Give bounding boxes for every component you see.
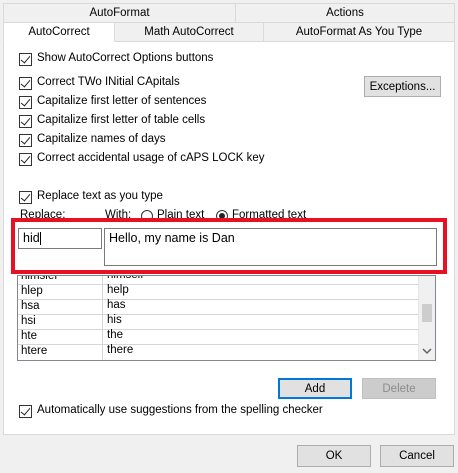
entry-with: help	[102, 284, 402, 300]
entry-with: there	[102, 344, 402, 360]
capitalize-sentences-label: Capitalize first letter of sentences	[37, 95, 207, 107]
entry-replace: hte	[21, 330, 37, 342]
correct-two-initial-label: Correct TWo INitial CApitals	[37, 76, 180, 88]
capitalize-days-label: Capitalize names of days	[37, 133, 166, 145]
tab-math-autocorrect-label: Math AutoCorrect	[144, 26, 234, 38]
list-item[interactable]: hte the	[18, 329, 418, 345]
ok-button[interactable]: OK	[297, 445, 371, 467]
list-item[interactable]: hlep help	[18, 284, 418, 300]
tab-autoformat-as-you-type-label: AutoFormat As You Type	[295, 26, 423, 38]
highlight-frame	[11, 218, 447, 274]
entry-with: his	[102, 314, 402, 330]
scroll-down-icon[interactable]	[422, 347, 432, 355]
tab-autocorrect[interactable]: AutoCorrect	[3, 22, 115, 42]
replace-as-you-type-checkbox[interactable]	[19, 191, 32, 204]
delete-button[interactable]: Delete	[362, 378, 436, 399]
cancel-button-label: Cancel	[399, 450, 435, 462]
tab-autoformat-as-you-type[interactable]: AutoFormat As You Type	[263, 22, 455, 42]
exceptions-button-label: Exceptions...	[369, 80, 436, 93]
capitalize-days-checkbox[interactable]	[19, 134, 32, 147]
ok-button-label: OK	[325, 450, 343, 462]
tab-actions[interactable]: Actions	[235, 3, 455, 23]
show-options-checkbox[interactable]	[19, 53, 32, 66]
list-item[interactable]: htere there	[18, 344, 418, 360]
entry-with: the	[102, 329, 402, 345]
capitalize-table-cells-checkbox[interactable]	[19, 115, 32, 128]
tab-row-back: AutoFormat Actions	[0, 3, 458, 23]
tab-autoformat[interactable]: AutoFormat	[3, 3, 236, 23]
show-options-label: Show AutoCorrect Options buttons	[37, 52, 214, 64]
add-button[interactable]: Add	[278, 378, 352, 399]
tab-autocorrect-label: AutoCorrect	[28, 26, 90, 38]
spelling-suggestions-label: Automatically use suggestions from the s…	[37, 404, 323, 416]
list-scrollbar[interactable]	[418, 276, 435, 360]
tab-actions-label: Actions	[326, 7, 364, 19]
entry-with: has	[102, 299, 402, 315]
correct-two-initial-checkbox[interactable]	[19, 77, 32, 90]
list-item[interactable]: hsi his	[18, 314, 418, 330]
entry-replace: hsi	[21, 315, 36, 327]
tab-row-front: AutoCorrect Math AutoCorrect AutoFormat …	[0, 22, 458, 42]
caps-lock-label: Correct accidental usage of cAPS LOCK ke…	[37, 152, 265, 164]
tab-autoformat-label: AutoFormat	[89, 7, 150, 19]
scrollbar-thumb[interactable]	[422, 304, 432, 322]
autocorrect-entries-list[interactable]: hlmslef himself hlep help hsa has hsi his ht…	[17, 275, 436, 361]
entry-replace: hlmslef	[21, 275, 58, 282]
spelling-suggestions-checkbox[interactable]	[19, 405, 32, 418]
entry-replace: htere	[21, 345, 48, 357]
add-button-label: Add	[304, 382, 326, 395]
replace-as-you-type-label: Replace text as you type	[37, 190, 163, 202]
list-item[interactable]: hsa has	[18, 299, 418, 315]
cancel-button[interactable]: Cancel	[380, 445, 454, 467]
entry-replace: hlep	[21, 285, 43, 297]
entry-replace: hsa	[21, 300, 40, 312]
delete-button-label: Delete	[382, 382, 416, 395]
tab-math-autocorrect[interactable]: Math AutoCorrect	[114, 22, 264, 42]
exceptions-button[interactable]: Exceptions...	[364, 76, 441, 97]
capitalize-table-cells-label: Capitalize first letter of table cells	[37, 114, 206, 126]
caps-lock-checkbox[interactable]	[19, 153, 32, 166]
capitalize-sentences-checkbox[interactable]	[19, 96, 32, 109]
